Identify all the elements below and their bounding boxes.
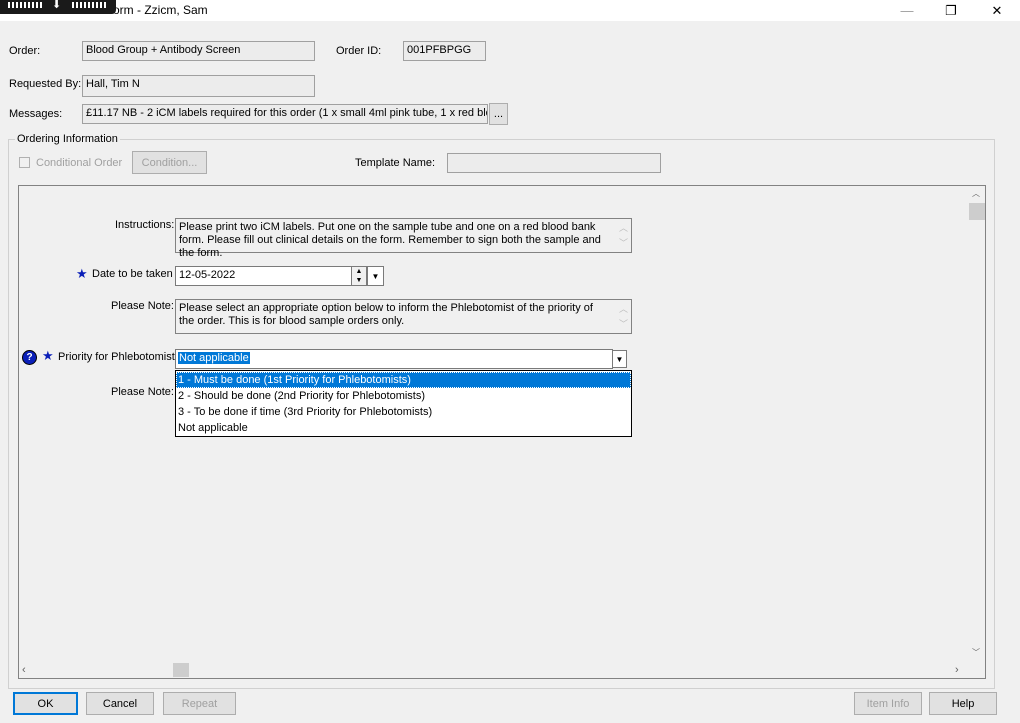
help-button[interactable]: Help — [929, 692, 997, 715]
order-id-field[interactable]: 001PFBPGG — [403, 41, 486, 61]
priority-option[interactable]: 3 - To be done if time (3rd Priority for… — [176, 404, 631, 420]
help-icon[interactable]: ? — [22, 350, 37, 365]
minimize-button[interactable]: — — [884, 0, 930, 21]
dropdown-arrow-icon: ▼ — [615, 354, 624, 364]
requested-by-label: Requested By: — [9, 78, 82, 90]
chevron-down-icon: ﹀ — [618, 238, 628, 248]
date-spinner[interactable]: ▲ ▼ — [352, 266, 367, 286]
instructions-text: Please print two iCM labels. Put one on … — [175, 218, 632, 259]
ok-button[interactable]: OK — [13, 692, 78, 715]
chevron-up-icon: ︿ — [618, 304, 628, 314]
messages-more-button[interactable]: ... — [489, 103, 508, 125]
priority-option[interactable]: 2 - Should be done (2nd Priority for Phl… — [176, 388, 631, 404]
date-input[interactable]: 12-05-2022 — [175, 266, 352, 286]
vertical-scrollbar[interactable] — [969, 186, 985, 662]
grip-icon — [72, 2, 106, 8]
conditional-order-checkbox[interactable] — [19, 157, 30, 168]
spin-up-icon[interactable]: ▲ — [352, 267, 366, 276]
ordering-information-title: Ordering Information — [15, 133, 120, 145]
required-star-icon: ★ — [42, 348, 54, 363]
toolbar-overlay[interactable]: ⬇ — [0, 0, 116, 14]
please-note-content: Please select an appropriate option belo… — [179, 302, 593, 327]
dropdown-arrow-icon: ▼ — [371, 271, 380, 281]
item-info-button[interactable]: Item Info — [854, 692, 922, 715]
repeat-button[interactable]: Repeat — [163, 692, 236, 715]
conditional-order-label: Conditional Order — [36, 157, 123, 169]
scroll-down-icon[interactable]: ﹀ — [972, 647, 980, 658]
chevron-up-icon: ︿ — [618, 223, 628, 233]
scroll-left-icon[interactable]: ‹ — [22, 664, 26, 676]
scroll-right-icon[interactable]: › — [955, 664, 959, 676]
window-title: orm - Zzicm, Sam — [113, 3, 208, 17]
template-name-label: Template Name: — [355, 157, 436, 169]
please-note-label: Please Note: — [111, 300, 174, 312]
date-dropdown-button[interactable]: ▼ — [367, 266, 384, 286]
horizontal-scrollbar[interactable] — [19, 662, 969, 678]
priority-dropdown-button[interactable]: ▼ — [612, 350, 627, 368]
priority-label: Priority for Phlebotomists — [58, 351, 181, 363]
close-icon: ✕ — [991, 2, 1003, 18]
priority-options-list[interactable]: 1 - Must be done (1st Priority for Phleb… — [175, 370, 632, 437]
priority-option[interactable]: Not applicable — [176, 420, 631, 436]
spin-down-icon[interactable]: ▼ — [352, 276, 366, 285]
instructions-label: Instructions: — [115, 219, 175, 231]
restore-icon: ❐ — [945, 2, 957, 18]
messages-field[interactable]: £11.17 NB - 2 iCM labels required for th… — [82, 104, 488, 124]
condition-button[interactable]: Condition... — [132, 151, 207, 174]
priority-option[interactable]: 1 - Must be done (1st Priority for Phleb… — [176, 372, 631, 388]
priority-select[interactable]: Not applicable — [175, 349, 613, 369]
please-note-text: Please select an appropriate option belo… — [175, 299, 632, 334]
template-name-field[interactable] — [447, 153, 661, 173]
minimize-icon: — — [900, 3, 914, 18]
order-field[interactable]: Blood Group + Antibody Screen — [82, 41, 315, 61]
requested-by-field[interactable]: Hall, Tim N — [82, 75, 315, 97]
grip-icon — [8, 2, 42, 8]
chevron-down-icon: ﹀ — [618, 319, 628, 329]
download-icon: ⬇ — [52, 0, 62, 11]
cancel-button[interactable]: Cancel — [86, 692, 154, 715]
please-note-2-label: Please Note: — [111, 386, 174, 398]
required-star-icon: ★ — [76, 266, 88, 281]
close-button[interactable]: ✕ — [974, 0, 1020, 21]
messages-label: Messages: — [9, 108, 63, 120]
date-label: Date to be taken — [92, 268, 173, 280]
horizontal-scroll-thumb[interactable] — [173, 663, 189, 677]
priority-selected-value: Not applicable — [178, 352, 250, 364]
order-label: Order: — [9, 45, 41, 57]
vertical-scroll-thumb[interactable] — [969, 203, 985, 220]
scroll-up-icon[interactable]: ︿ — [972, 188, 980, 199]
restore-button[interactable]: ❐ — [928, 0, 974, 21]
order-id-label: Order ID: — [336, 45, 382, 57]
